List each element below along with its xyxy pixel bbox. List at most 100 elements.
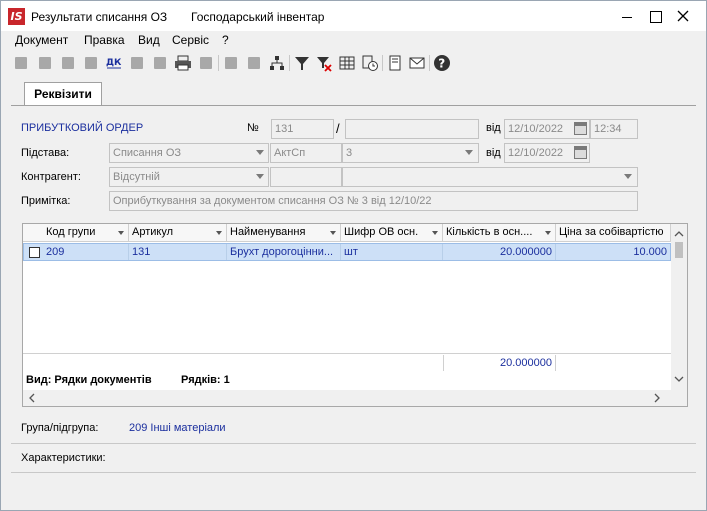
documents-grid: Код групи Артикул Найменування Шифр ОВ о… <box>22 223 688 407</box>
calendar-icon[interactable] <box>574 122 587 135</box>
maximize-button[interactable] <box>641 1 669 31</box>
column-header[interactable]: Шифр ОВ осн. <box>341 224 443 242</box>
column-header[interactable]: Код групи <box>43 224 129 242</box>
column-header[interactable]: Артикул <box>129 224 227 242</box>
basis-value: Списання ОЗ <box>113 147 182 159</box>
basis-label: Підстава: <box>21 147 70 159</box>
svg-text:ДК: ДК <box>106 58 122 68</box>
menu-service[interactable]: Сервіс <box>172 33 209 47</box>
note-field[interactable]: Оприбуткування за документом списання ОЗ… <box>109 191 638 211</box>
doc-date-value: 12/10/2022 <box>508 123 564 135</box>
calendar-icon[interactable] <box>574 146 587 159</box>
doc-date-field[interactable]: 12/10/2022 <box>504 119 590 139</box>
cell-group: 209 <box>43 244 129 260</box>
block-button[interactable] <box>221 53 241 73</box>
help-icon: ? <box>434 55 450 71</box>
minimize-button[interactable] <box>613 1 641 31</box>
doc-number-field[interactable]: 131 <box>271 119 334 139</box>
split-icon <box>154 57 166 69</box>
number-slash: / <box>336 121 340 136</box>
date-label: від <box>486 122 501 134</box>
split-button[interactable] <box>150 53 170 73</box>
counterparty-code-field[interactable] <box>270 167 342 187</box>
filter-button[interactable] <box>292 53 312 73</box>
menu-view[interactable]: Вид <box>138 33 160 47</box>
window-subtitle: Господарський інвентар <box>191 10 325 24</box>
move-button[interactable] <box>244 53 264 73</box>
create-doc-icon <box>15 57 27 69</box>
menu-edit[interactable]: Правка <box>84 33 125 47</box>
counterparty-name-select[interactable] <box>342 167 638 187</box>
tab-requisites[interactable]: Реквізити <box>24 82 102 106</box>
svg-text:?: ? <box>438 57 445 71</box>
copy-doc-button[interactable] <box>58 53 78 73</box>
history-button[interactable] <box>360 53 380 73</box>
menu-help[interactable]: ? <box>222 33 229 47</box>
title-bar[interactable]: IS Результати списання ОЗ Господарський … <box>1 1 706 31</box>
row-checkbox[interactable] <box>29 247 40 258</box>
column-header[interactable]: Кількість в осн.... <box>443 224 556 242</box>
vertical-scrollbar[interactable] <box>671 224 687 390</box>
cell-name: Брухт дорогоцінни... <box>227 244 341 260</box>
column-header[interactable]: Ціна за собівартістю <box>556 224 671 242</box>
basis-date-field[interactable]: 12/10/2022 <box>504 143 590 163</box>
group-label: Група/підгрупа: <box>21 422 99 434</box>
close-icon <box>677 10 689 22</box>
grid-totals-row: 20.000000 <box>23 353 671 371</box>
total-qty: 20.000000 <box>443 355 556 371</box>
column-header-label: Код групи <box>46 226 96 238</box>
column-header-label: Шифр ОВ осн. <box>344 226 419 238</box>
note-label: Примітка: <box>21 195 71 207</box>
divider <box>11 443 696 444</box>
cell-unit: шт <box>341 244 443 260</box>
horizontal-scrollbar[interactable] <box>23 390 687 406</box>
column-header-label: Найменування <box>230 226 306 238</box>
toolbar-separator <box>289 55 290 71</box>
block-icon <box>225 57 237 69</box>
balance-button[interactable] <box>127 53 147 73</box>
create-doc-button[interactable] <box>11 53 31 73</box>
grid-header: Код групи Артикул Найменування Шифр ОВ о… <box>23 224 671 242</box>
basis-number-select[interactable]: 3 <box>342 143 479 163</box>
doc-number-suffix-field[interactable] <box>345 119 479 139</box>
column-header-label: Ціна за собівартістю <box>559 226 664 238</box>
cell-price: 10.000 <box>633 246 667 258</box>
counterparty-label: Контрагент: <box>21 171 81 183</box>
help-button[interactable]: ? <box>432 53 452 73</box>
delete-doc-button[interactable] <box>81 53 101 73</box>
hscroll-arrows-icon <box>29 393 660 403</box>
mail-button[interactable] <box>407 53 427 73</box>
export-button[interactable] <box>196 53 216 73</box>
counterparty-select[interactable]: Відсутній <box>109 167 269 187</box>
basis-number-value: 3 <box>346 147 353 159</box>
mail-icon <box>409 57 425 69</box>
characteristics-label: Характеристики: <box>21 452 106 464</box>
dk-button[interactable]: ДК <box>104 53 124 73</box>
menu-document[interactable]: Документ <box>15 33 68 47</box>
basis-select[interactable]: Списання ОЗ <box>109 143 269 163</box>
debit-credit-icon: ДК <box>106 58 122 69</box>
toolbar-separator <box>218 55 219 71</box>
doc-time-field[interactable]: 12:34 <box>590 119 638 139</box>
doc-type-label: ПРИБУТКОВИЙ ОРДЕР <box>21 122 144 134</box>
window-title: Результати списання ОЗ <box>31 10 168 24</box>
clear-filter-button[interactable] <box>314 53 334 73</box>
cell-article: 131 <box>129 244 227 260</box>
edit-doc-button[interactable] <box>35 53 55 73</box>
rows-count: Рядків: 1 <box>181 374 230 386</box>
table-row[interactable]: 209 131 Брухт дорогоцінни... шт 20.00000… <box>23 243 671 261</box>
document-button[interactable] <box>385 53 405 73</box>
sort-arrow-icon <box>432 231 438 235</box>
sort-arrow-icon <box>545 231 551 235</box>
copy-doc-icon <box>62 57 74 69</box>
print-button[interactable] <box>173 53 193 73</box>
tree-button[interactable] <box>267 53 287 73</box>
chevron-down-icon <box>256 150 264 155</box>
close-button[interactable] <box>669 1 697 31</box>
export-icon <box>200 57 212 69</box>
number-label: № <box>247 122 259 134</box>
sort-arrow-icon <box>330 231 336 235</box>
basis-code-field[interactable]: АктСп <box>270 143 342 163</box>
column-header[interactable]: Найменування <box>227 224 341 242</box>
table-view-button[interactable] <box>337 53 357 73</box>
